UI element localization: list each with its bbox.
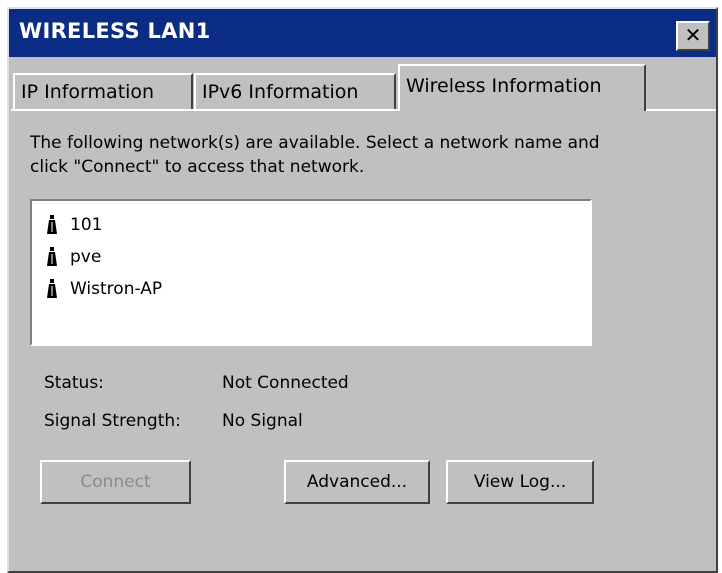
list-item[interactable]: pve (44, 243, 101, 271)
list-item[interactable]: 101 (44, 211, 102, 239)
antenna-icon (47, 215, 57, 234)
network-name: pve (70, 247, 102, 267)
connect-button[interactable]: Connect (40, 460, 191, 504)
network-name: Wistron-AP (70, 279, 163, 299)
tab-ip-information[interactable]: IP Information (13, 73, 193, 109)
close-button[interactable]: ✕ (676, 21, 710, 51)
tab-label: Wireless Information (406, 75, 602, 97)
title-bar: WIRELESS LAN1 ✕ (9, 9, 716, 57)
status-value: Not Connected (222, 373, 349, 393)
signal-strength-value: No Signal (222, 411, 303, 431)
network-list[interactable]: 101 pve Wistron-AP (30, 199, 592, 346)
antenna-icon (47, 247, 57, 266)
close-icon: ✕ (684, 23, 702, 47)
tab-label: IPv6 Information (202, 81, 359, 103)
network-name: 101 (70, 215, 103, 235)
signal-strength-label: Signal Strength: (44, 411, 181, 431)
intro-text: The following network(s) are available. … (30, 133, 600, 177)
advanced-button[interactable]: Advanced... (284, 460, 430, 504)
list-item[interactable]: Wistron-AP (44, 275, 162, 303)
tab-wireless-information[interactable]: Wireless Information (398, 64, 646, 111)
antenna-icon (47, 279, 57, 298)
view-log-button[interactable]: View Log... (446, 460, 594, 504)
status-label: Status: (44, 373, 104, 393)
window-title: WIRELESS LAN1 (19, 19, 211, 43)
tab-label: IP Information (21, 81, 155, 103)
tab-ipv6-information[interactable]: IPv6 Information (194, 73, 396, 109)
